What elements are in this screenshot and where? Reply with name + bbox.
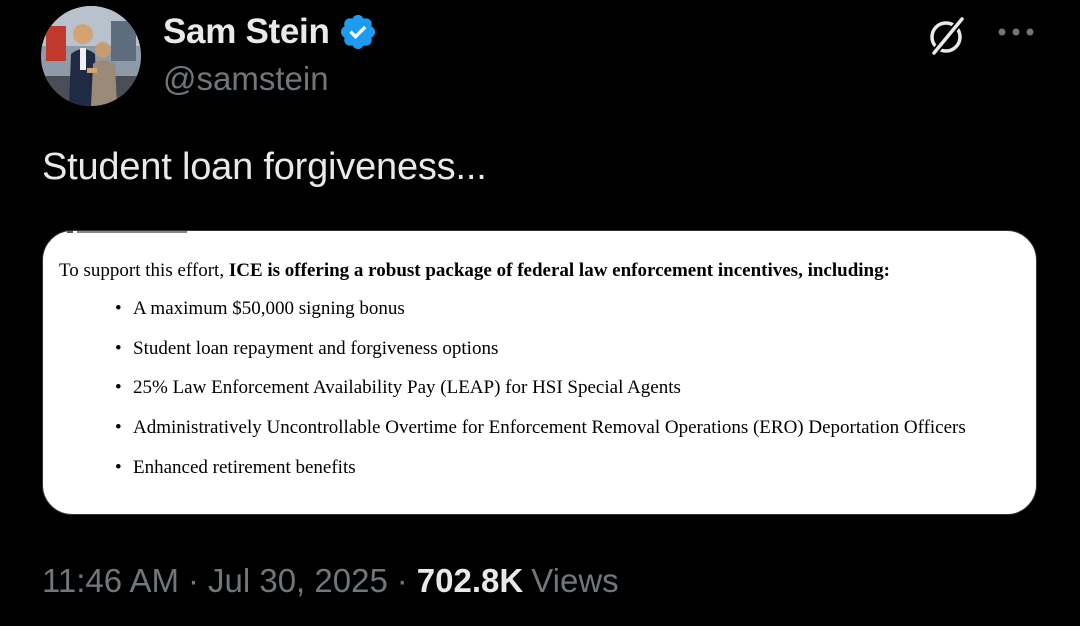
bullet-marker: •	[115, 377, 122, 399]
document-intro-bold: ICE is offering a robust package of fede…	[228, 260, 890, 281]
incentives-list: • A maximum $50,000 signing bonus • Studen…	[115, 297, 966, 495]
document-excerpt: To support this effort, ICE is offering …	[59, 259, 1026, 478]
views-count[interactable]: 702.8K	[417, 562, 523, 600]
document-intro-prefix: To support this effort,	[59, 260, 229, 281]
more-options-icon[interactable]	[994, 18, 1038, 46]
list-item-text: Administratively Uncontrollable Overtime…	[133, 417, 966, 439]
attached-image[interactable]: To support this effort, ICE is offering …	[42, 230, 1037, 515]
list-item: • 25% Law Enforcement Availability Pay (L…	[115, 376, 966, 416]
tweet-text: Student loan forgiveness...	[42, 146, 487, 188]
list-item-text: Student loan repayment and forgiveness o…	[133, 337, 499, 359]
list-item: • Administratively Uncontrollable Overtim…	[115, 416, 966, 456]
avatar[interactable]	[41, 6, 141, 106]
document-intro: To support this effort, ICE is offering …	[59, 259, 1026, 283]
bullet-marker: •	[115, 417, 122, 439]
list-item: • Student loan repayment and forgiveness …	[115, 337, 966, 377]
meta-separator: ·	[187, 562, 199, 599]
bullet-marker: •	[115, 456, 122, 478]
views-label[interactable]: Views	[531, 562, 618, 600]
list-item-text: A maximum $50,000 signing bonus	[133, 298, 405, 319]
list-item: • Enhanced retirement benefits	[115, 456, 966, 496]
list-item-text: Enhanced retirement benefits	[133, 456, 356, 478]
tweet-detail: Sam Stein @samstein Student loan forgive…	[0, 0, 1080, 626]
cropped-text-fragment	[67, 231, 187, 233]
bullet-marker: •	[115, 337, 122, 359]
list-item-text: 25% Law Enforcement Availability Pay (LE…	[133, 377, 681, 399]
author-handle[interactable]: @samstein	[163, 60, 329, 98]
tweet-date[interactable]: Jul 30, 2025	[208, 562, 388, 600]
tweet-meta: 11:46 AM · Jul 30, 2025 · 702.8K Views	[42, 562, 619, 600]
avatar-photo	[41, 6, 141, 106]
author-display-name[interactable]: Sam Stein	[163, 12, 330, 52]
meta-separator: ·	[396, 562, 408, 599]
list-item: • A maximum $50,000 signing bonus	[115, 297, 966, 337]
grok-icon[interactable]	[926, 13, 970, 57]
verified-badge-icon[interactable]	[338, 12, 378, 52]
tweet-time[interactable]: 11:46 AM	[42, 562, 179, 600]
bullet-marker: •	[115, 298, 122, 319]
author-name-row[interactable]: Sam Stein	[163, 10, 378, 54]
